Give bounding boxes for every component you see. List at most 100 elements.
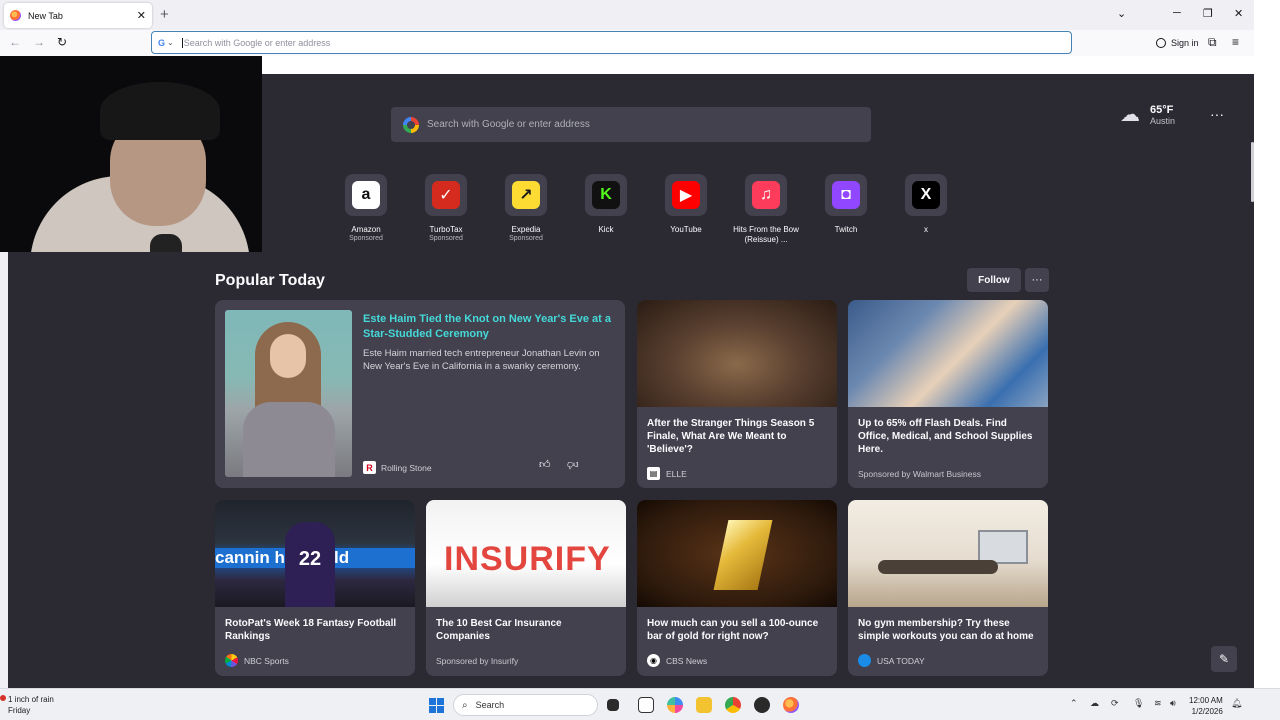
windows-start-icon[interactable] — [429, 698, 444, 713]
shortcut-4[interactable]: K Kick — [566, 174, 646, 245]
search-input[interactable]: Search with Google or enter address — [391, 107, 871, 142]
chrome-icon[interactable] — [725, 697, 741, 713]
follow-button[interactable]: Follow — [967, 268, 1021, 292]
customize-pencil-icon[interactable]: ✎ — [1211, 646, 1237, 672]
weather-widget[interactable]: ☁ 65°F Austin — [1120, 102, 1175, 127]
menu-icon[interactable]: ≡ — [1232, 35, 1239, 49]
shortcut-label: Amazon — [351, 225, 381, 234]
extensions-icon[interactable]: ⧉ — [1208, 35, 1217, 50]
news-card[interactable]: How much can you sell a 100-ounce bar of… — [637, 500, 837, 676]
card-image — [637, 300, 837, 407]
nav-bar: ← → ↻ G ⌄ Search with Google or enter ad… — [0, 30, 1254, 56]
back-icon[interactable]: ← — [9, 35, 21, 49]
gold-bar — [713, 520, 773, 590]
news-card[interactable]: Up to 65% off Flash Deals. Find Office, … — [848, 300, 1048, 488]
card-source: ◉ CBS News — [647, 654, 707, 667]
card-title[interactable]: Up to 65% off Flash Deals. Find Office, … — [858, 417, 1038, 456]
section-more-icon[interactable]: ··· — [1025, 268, 1049, 292]
shortcut-2[interactable]: ✓ TurboTax Sponsored — [406, 174, 486, 245]
shortcut-tile[interactable]: a — [345, 174, 387, 216]
sync-tray-icon[interactable]: ⟳ — [1111, 698, 1119, 709]
card-title[interactable]: RotoPat's Week 18 Fantasy Football Ranki… — [225, 617, 405, 643]
shortcut-tile[interactable]: ▶ — [665, 174, 707, 216]
card-title[interactable]: How much can you sell a 100-ounce bar of… — [647, 617, 827, 643]
forward-icon[interactable]: → — [33, 35, 45, 49]
card-title[interactable]: The 10 Best Car Insurance Companies — [436, 617, 616, 643]
copilot-icon[interactable] — [667, 697, 683, 713]
taskbar-weather[interactable]: 1 inch of rain Friday — [8, 694, 54, 716]
feature-card[interactable]: Este Haim Tied the Knot on New Year's Ev… — [215, 300, 625, 488]
firefox-taskbar-icon[interactable] — [783, 697, 799, 713]
shortcut-tile[interactable]: ✓ — [425, 174, 467, 216]
card-title[interactable]: No gym membership? Try these simple work… — [858, 617, 1038, 643]
news-card[interactable]: After the Stranger Things Season 5 Final… — [637, 300, 837, 488]
shortcut-1[interactable]: a Amazon Sponsored — [326, 174, 406, 245]
maximize-button[interactable]: ❐ — [1203, 7, 1213, 20]
news-card[interactable]: No gym membership? Try these simple work… — [848, 500, 1048, 676]
close-icon[interactable]: ✕ — [137, 9, 146, 22]
webcam-overlay — [0, 56, 262, 252]
new-tab-button[interactable]: + — [160, 6, 169, 23]
chevron-down-icon[interactable]: ⌄ — [167, 38, 174, 47]
obs-icon[interactable] — [754, 697, 770, 713]
taskbar-search-label: Search — [475, 700, 505, 710]
news-card[interactable]: INSURIFY The 10 Best Car Insurance Compa… — [426, 500, 626, 676]
shortcut-tile[interactable]: K — [585, 174, 627, 216]
url-input-placeholder[interactable]: Search with Google or enter address — [181, 37, 330, 48]
card-image — [637, 500, 837, 607]
page-left-edge — [0, 252, 8, 688]
shortcut-label: Twitch — [834, 225, 858, 234]
card-image: INSURIFY — [426, 500, 626, 607]
minimize-button[interactable]: ─ — [1173, 7, 1181, 19]
card-title[interactable]: After the Stranger Things Season 5 Final… — [647, 417, 827, 456]
notepad-icon[interactable] — [638, 697, 654, 713]
url-bar[interactable]: G ⌄ Search with Google or enter address — [151, 31, 1072, 54]
cloud-tray-icon[interactable]: ☁ — [1090, 698, 1099, 709]
right-margin — [1254, 0, 1280, 688]
tray-chevron-icon[interactable]: ⌃ — [1070, 698, 1078, 709]
microphone-icon[interactable]: 🎙︎ — [1133, 698, 1144, 709]
taskbar-search[interactable]: ⌕ Search — [453, 694, 598, 716]
feature-description: Este Haim married tech entrepreneur Jona… — [363, 348, 600, 372]
thumbs-up-icon[interactable]: 👍︎ — [539, 458, 551, 471]
thumbs-down-icon[interactable]: 👍︎ — [567, 458, 579, 471]
shortcut-tile[interactable]: ♫ — [745, 174, 787, 216]
elle-logo-icon: ▤ — [647, 467, 660, 480]
window-close-button[interactable]: ✕ — [1234, 7, 1243, 20]
feature-title[interactable]: Este Haim Tied the Knot on New Year's Ev… — [363, 312, 613, 341]
shortcut-label: Expedia — [511, 225, 541, 234]
shortcut-8[interactable]: Xx — [886, 174, 966, 245]
volume-icon[interactable]: 🔊︎ — [1170, 698, 1176, 709]
search-engine-icon[interactable]: G — [158, 38, 165, 48]
reload-icon[interactable]: ↻ — [57, 35, 67, 49]
x-icon: X — [912, 181, 940, 209]
shortcut-sponsored: Sponsored — [429, 235, 463, 242]
twitch-icon: ◘ — [832, 181, 860, 209]
card-source: ▤ ELLE — [647, 467, 687, 480]
page-menu-icon[interactable]: ··· — [1210, 106, 1224, 122]
music-icon: ♫ — [752, 181, 780, 209]
shortcut-6[interactable]: ♫ Hits From the Bow (Reissue) ... — [726, 174, 806, 245]
shortcut-7[interactable]: ◘ Twitch — [806, 174, 886, 245]
task-view-icon[interactable] — [607, 699, 619, 711]
tab-title: New Tab — [28, 10, 63, 21]
account-icon — [1156, 38, 1166, 48]
sign-in-label: Sign in — [1171, 38, 1199, 48]
news-card[interactable]: cannin hole field 22 RotoPat's Week 18 F… — [215, 500, 415, 676]
clock-time: 12:00 AM — [1189, 696, 1223, 705]
shortcut-5[interactable]: ▶ YouTube — [646, 174, 726, 245]
sign-in-button[interactable]: Sign in — [1151, 33, 1204, 53]
wifi-icon[interactable]: ≋ — [1154, 698, 1162, 709]
card-source-name: USA TODAY — [877, 655, 925, 666]
taskbar-clock[interactable]: 12:00 AM 1/2/2026 — [1189, 695, 1223, 717]
list-all-tabs-icon[interactable]: ⌄ — [1117, 7, 1126, 20]
shortcut-tile[interactable]: ↗ — [505, 174, 547, 216]
shortcut-tile[interactable]: ◘ — [825, 174, 867, 216]
tab-new-tab[interactable]: New Tab ✕ — [4, 3, 152, 28]
shortcuts-row: a Amazon Sponsored ✓ TurboTax Sponsored ↗ Exped… — [326, 174, 966, 245]
shortcut-tile[interactable]: X — [905, 174, 947, 216]
shortcut-3[interactable]: ↗ Expedia Sponsored — [486, 174, 566, 245]
cloud-rain-icon: ☁ — [1120, 104, 1140, 126]
file-explorer-icon[interactable] — [696, 697, 712, 713]
notification-bell-icon[interactable]: 🔔︎ — [1231, 698, 1242, 709]
